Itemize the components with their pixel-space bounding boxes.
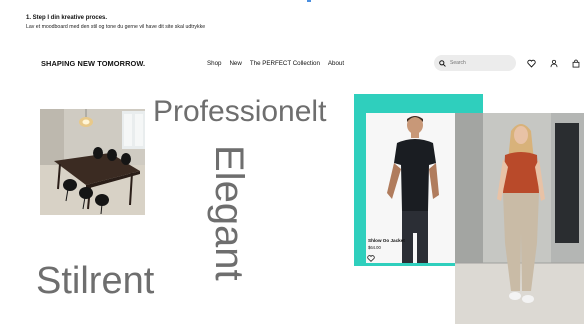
brand-logo[interactable]: SHAPING NEW TOMORROW. (41, 59, 145, 68)
nav-links: Shop New The PERFECT Collection About (207, 60, 352, 67)
navbar: SHAPING NEW TOMORROW. Shop New The PERFE… (0, 50, 584, 78)
user-icon[interactable] (550, 59, 558, 68)
nav-link-new[interactable]: New (229, 60, 241, 67)
search-icon (439, 59, 446, 67)
bag-icon[interactable] (572, 59, 580, 68)
nav-link-shop[interactable]: Shop (207, 60, 221, 67)
step-description: Lav et moodboard med den stil og tone du… (26, 24, 206, 30)
step-title: 1. Step I din kreative proces. (26, 15, 108, 21)
heart-icon[interactable] (367, 255, 375, 262)
search-box[interactable] (434, 55, 516, 71)
search-input[interactable] (450, 60, 506, 66)
woman-model-photo (455, 113, 584, 324)
product-name[interactable]: Shlow Oo Jacket (368, 238, 405, 243)
nav-link-about[interactable]: About (328, 60, 344, 67)
nav-link-collection[interactable]: The PERFECT Collection (250, 60, 320, 67)
heart-icon[interactable] (527, 59, 536, 68)
dining-room-photo (40, 109, 145, 215)
mood-word-stilrent: Stilrent (36, 260, 155, 302)
mood-word-professionelt: Professionelt (153, 95, 327, 128)
selection-marker (307, 0, 311, 2)
product-price: $64.00 (368, 245, 381, 250)
mood-word-elegant: Elegant (207, 145, 251, 281)
